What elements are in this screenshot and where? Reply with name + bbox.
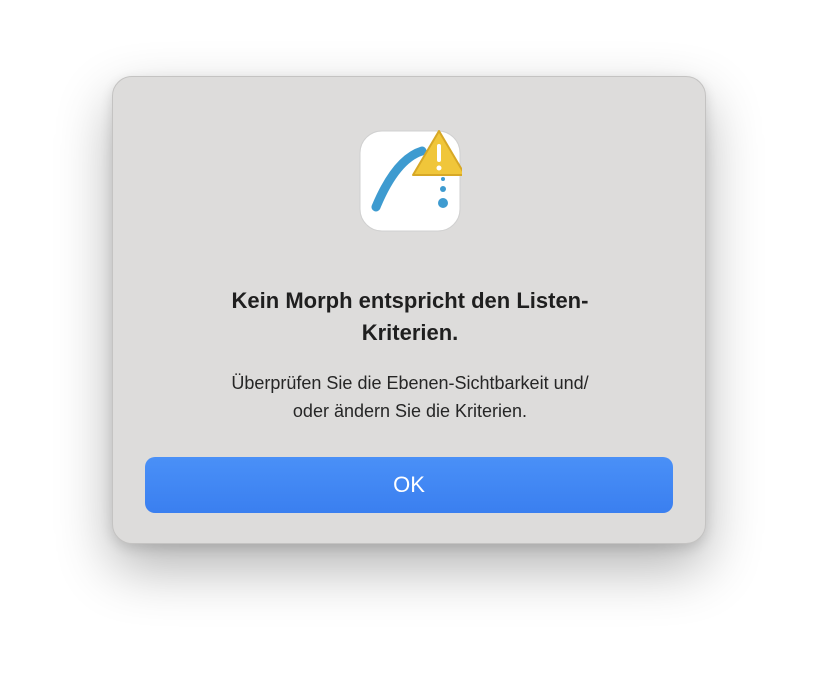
dialog-title: Kein Morph entspricht den Listen- Kriter…: [153, 285, 667, 349]
dialog-title-line: Kriterien.: [361, 320, 459, 345]
dialog-message-line: oder ändern Sie die Kriterien.: [292, 401, 528, 421]
dialog-message-line: Überprüfen Sie die Ebenen-Sichtbarkeit u…: [231, 373, 589, 393]
ok-button[interactable]: OK: [145, 457, 673, 513]
dialog-title-line: Kein Morph entspricht den Listen-: [231, 288, 589, 313]
app-icon: [358, 129, 462, 233]
alert-dialog: Kein Morph entspricht den Listen- Kriter…: [112, 76, 706, 544]
dialog-message: Überprüfen Sie die Ebenen-Sichtbarkeit u…: [153, 369, 667, 425]
